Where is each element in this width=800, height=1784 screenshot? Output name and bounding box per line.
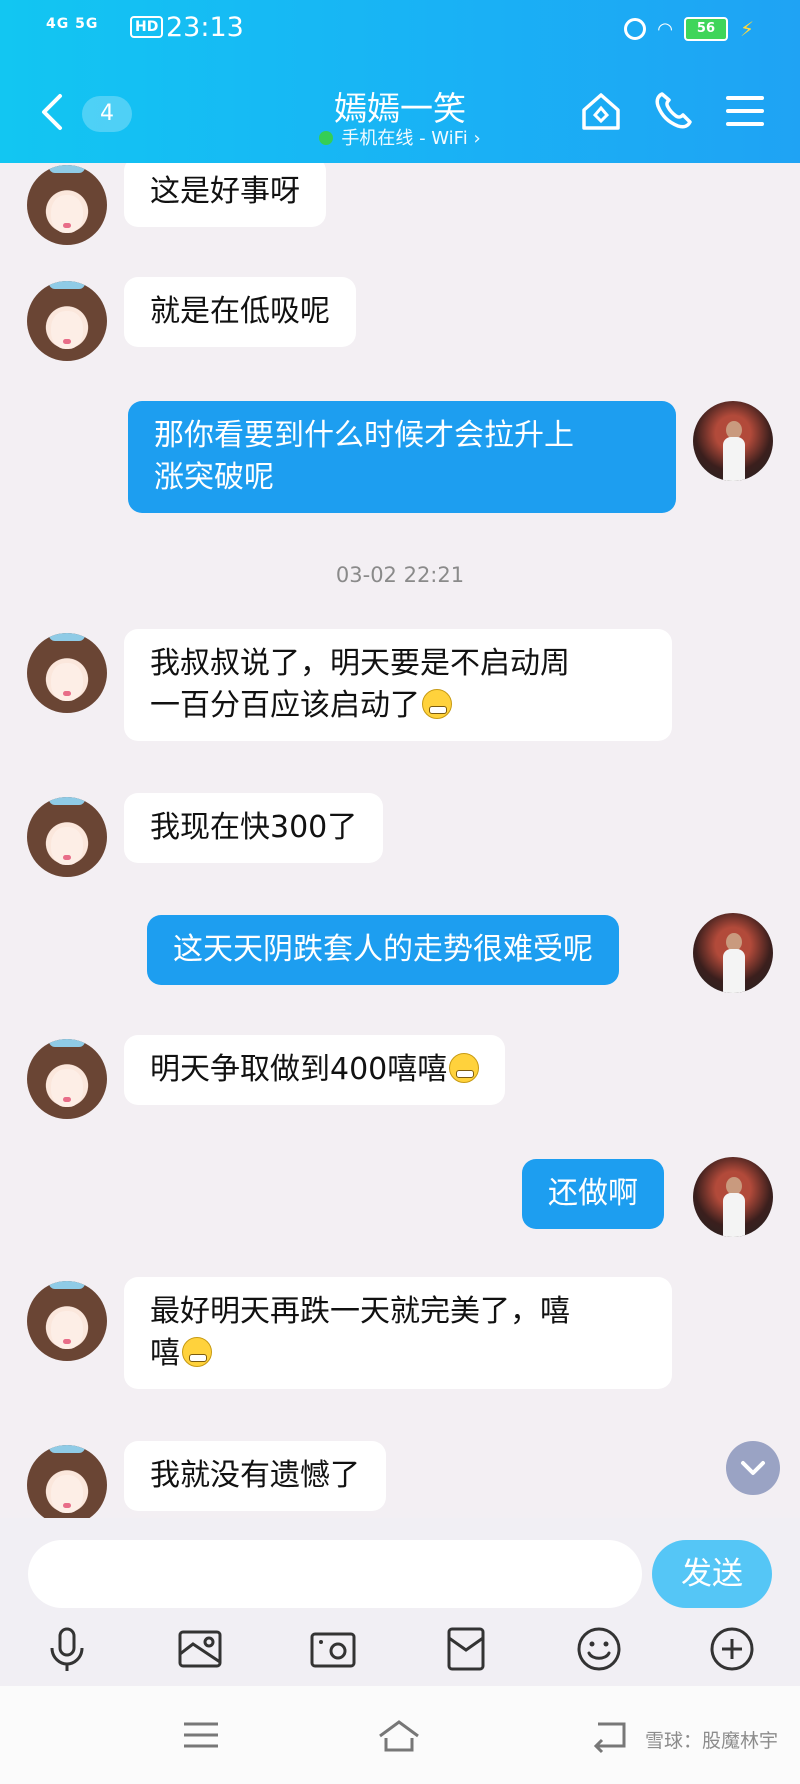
message-text: 最好明天再跌一天就完美了，嘻 [150, 1294, 570, 1329]
contact-avatar[interactable] [27, 797, 107, 877]
online-status-text: 手机在线 - WiFi › [341, 128, 481, 149]
message-timestamp: 03-02 22:21 [335, 563, 465, 587]
message-text: 我叔叔说了，明天要是不启动周 [150, 646, 570, 681]
image-button[interactable] [175, 1624, 225, 1674]
home-nav-button[interactable] [376, 1712, 422, 1758]
home-button[interactable] [578, 88, 624, 134]
message-bubble-incoming[interactable]: 我就没有遗憾了 [124, 1441, 386, 1511]
chevron-down-icon [741, 1461, 765, 1475]
message-bubble-incoming[interactable]: 最好明天再跌一天就完美了，嘻 嘻 [124, 1277, 672, 1389]
call-button[interactable] [650, 88, 696, 134]
system-nav-bar: 雪球：股魔林宇 [0, 1686, 800, 1784]
message-bubble-incoming[interactable]: 我现在快300了 [124, 793, 384, 863]
message-bubble-incoming[interactable]: 这是好事呀 [124, 163, 326, 227]
message-text-line2: 一百分百应该启动了 [150, 688, 420, 723]
my-avatar[interactable] [693, 913, 773, 993]
image-icon [178, 1630, 222, 1668]
red-packet-icon [447, 1627, 485, 1671]
contact-avatar[interactable] [27, 1445, 107, 1518]
contact-avatar[interactable] [27, 1281, 107, 1361]
menu-icon [184, 1722, 218, 1748]
wifi-icon: ◠ [658, 18, 672, 40]
message-list[interactable]: 这是好事呀 就是在低吸呢 那你看要到什么时候才会拉升上 涨突破呢 03-02 2… [0, 163, 800, 1518]
grimacing-face-icon [182, 1337, 212, 1367]
emoji-button[interactable] [574, 1624, 624, 1674]
status-icons: ◠ 56 ⚡ [624, 14, 754, 44]
voice-button[interactable] [42, 1624, 92, 1674]
message-text: 那你看要到什么时候才会拉升上 [154, 418, 574, 453]
home-icon [582, 93, 620, 130]
contact-avatar[interactable] [27, 165, 107, 245]
message-bubble-incoming[interactable]: 就是在低吸呢 [124, 277, 356, 347]
camera-button[interactable] [308, 1624, 358, 1674]
home-icon [379, 1720, 419, 1752]
signal-indicator: 4G 5G [46, 16, 99, 32]
message-text: 明天争取做到400嘻嘻 [150, 1052, 448, 1087]
red-packet-button[interactable] [441, 1624, 491, 1674]
input-area: 发送 [0, 1518, 800, 1686]
microphone-icon [50, 1627, 84, 1671]
menu-icon [726, 96, 764, 126]
recent-apps-button[interactable] [178, 1712, 224, 1758]
send-button[interactable]: 发送 [652, 1540, 772, 1608]
back-nav-button[interactable] [586, 1712, 632, 1758]
message-text-line2: 涨突破呢 [154, 460, 274, 495]
chat-header: 4G 5G HD 23:13 ◠ 56 ⚡ 4 嫣嫣一笑 手机在线 - WiFi… [0, 0, 800, 163]
back-icon [593, 1722, 626, 1754]
phone-icon [655, 92, 692, 129]
smiley-icon [577, 1627, 621, 1671]
contact-avatar[interactable] [27, 281, 107, 361]
battery-indicator: 56 [683, 17, 728, 41]
message-bubble-outgoing[interactable]: 还做啊 [522, 1159, 664, 1229]
online-dot-icon [319, 131, 334, 145]
more-menu-button[interactable] [722, 88, 768, 134]
status-time: 23:13 [166, 12, 244, 43]
message-text: 这天天阴跌套人的走势很难受呢 [173, 932, 593, 967]
more-button[interactable] [707, 1624, 757, 1674]
contact-avatar[interactable] [27, 633, 107, 713]
message-input[interactable] [28, 1540, 642, 1608]
message-text: 我现在快300了 [150, 810, 358, 845]
watermark: 雪球：股魔林宇 [644, 1730, 778, 1752]
message-bubble-incoming[interactable]: 我叔叔说了，明天要是不启动周 一百分百应该启动了 [124, 629, 672, 741]
pleading-face-icon [422, 689, 452, 719]
my-avatar[interactable] [693, 401, 773, 481]
scroll-to-bottom-button[interactable] [726, 1441, 780, 1495]
status-bar: 4G 5G HD 23:13 ◠ 56 ⚡ [0, 10, 800, 52]
contact-avatar[interactable] [27, 1039, 107, 1119]
hd-badge: HD [130, 16, 164, 38]
message-text: 还做啊 [548, 1176, 638, 1211]
plus-icon [710, 1627, 754, 1671]
message-bubble-outgoing[interactable]: 那你看要到什么时候才会拉升上 涨突破呢 [128, 401, 676, 513]
charging-icon: ⚡ [739, 17, 754, 41]
camera-icon [310, 1632, 356, 1668]
alarm-icon [624, 18, 647, 40]
message-text: 就是在低吸呢 [150, 294, 330, 329]
message-bubble-outgoing[interactable]: 这天天阴跌套人的走势很难受呢 [147, 915, 619, 985]
my-avatar[interactable] [693, 1157, 773, 1237]
message-text-line2: 嘻 [150, 1336, 180, 1371]
message-bubble-incoming[interactable]: 明天争取做到400嘻嘻 [124, 1035, 506, 1105]
message-text: 我就没有遗憾了 [150, 1458, 360, 1493]
grimacing-face-icon [449, 1053, 480, 1083]
message-text: 这是好事呀 [150, 174, 300, 209]
